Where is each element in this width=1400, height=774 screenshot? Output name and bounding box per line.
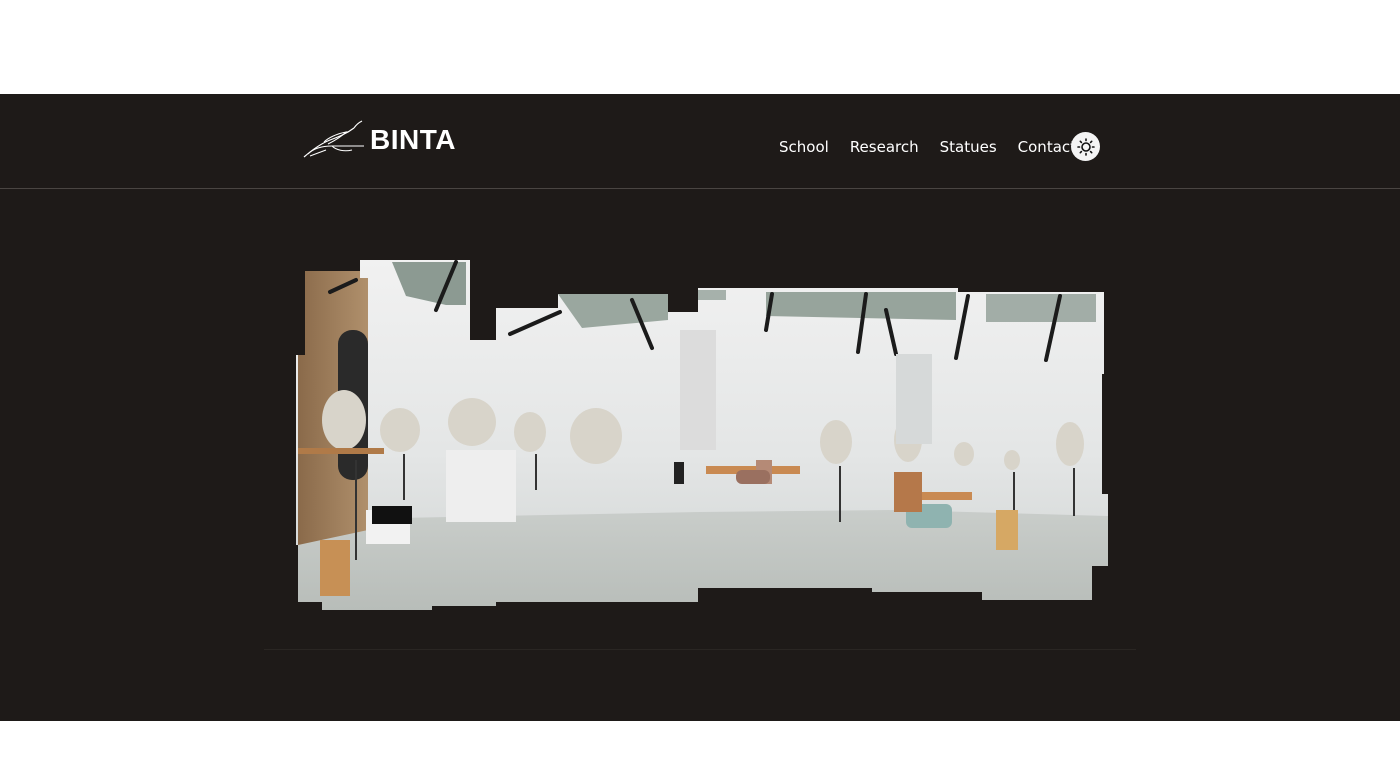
nav-school[interactable]: School (779, 136, 829, 158)
content-divider (264, 649, 1136, 650)
site-header: BINTA School Research Statues Contact (0, 94, 1400, 189)
logo-text: BINTA (370, 124, 456, 155)
studio-panorama-image (296, 260, 1108, 610)
nav-statues[interactable]: Statues (940, 136, 997, 158)
main-nav: School Research Statues Contact (779, 136, 1076, 158)
sun-icon (1076, 137, 1095, 156)
site-container: BINTA School Research Statues Contact (0, 94, 1400, 721)
quill-hand-icon (303, 120, 364, 158)
theme-toggle-button[interactable] (1071, 132, 1100, 161)
nav-contact[interactable]: Contact (1018, 136, 1076, 158)
nav-research[interactable]: Research (850, 136, 919, 158)
logo-link[interactable]: BINTA (302, 120, 456, 160)
